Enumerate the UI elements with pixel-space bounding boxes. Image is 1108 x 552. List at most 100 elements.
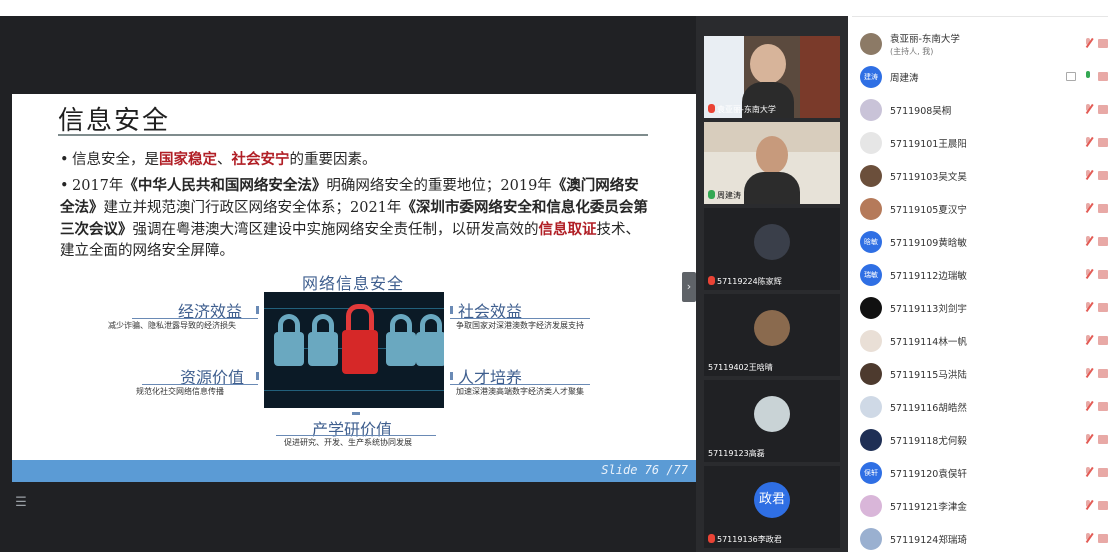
participant-row[interactable]: 晗敏 57119109黄晗敏 bbox=[852, 225, 1108, 258]
mic-muted-icon[interactable] bbox=[1084, 269, 1092, 280]
participant-body bbox=[744, 172, 800, 204]
participant-row[interactable]: 瑞敏 57119112边瑞敏 bbox=[852, 258, 1108, 291]
camera-off-icon[interactable] bbox=[1098, 171, 1108, 180]
bullet-text: 的重要因素。 bbox=[289, 152, 377, 168]
bullet-highlight: 社会安宁 bbox=[231, 151, 290, 168]
participant-row[interactable]: 建涛 周建涛 bbox=[852, 60, 1108, 93]
avatar bbox=[860, 363, 882, 385]
camera-off-icon[interactable] bbox=[1098, 138, 1108, 147]
avatar: 晗敏 bbox=[860, 231, 882, 253]
mic-muted-icon[interactable] bbox=[1084, 368, 1092, 379]
participant-row[interactable]: 57119121李津金 bbox=[852, 489, 1108, 522]
camera-off-icon[interactable] bbox=[1098, 39, 1108, 48]
mic-muted-icon bbox=[708, 276, 715, 285]
mic-muted-icon[interactable] bbox=[1084, 170, 1092, 181]
participant-row[interactable]: 57119103吴文昊 bbox=[852, 159, 1108, 192]
participant-face bbox=[750, 44, 786, 84]
participant-row[interactable]: 俣轩 57119120袁俣轩 bbox=[852, 456, 1108, 489]
mic-muted-icon[interactable] bbox=[1084, 533, 1092, 544]
participant-row[interactable]: 57119115马洪陆 bbox=[852, 357, 1108, 390]
participant-name: 周建涛 bbox=[890, 73, 919, 84]
shared-screen-top-bar bbox=[0, 16, 700, 94]
video-tile[interactable]: 政君 57119136李政君 bbox=[704, 466, 840, 548]
participant-name: 57119224陈家辉 bbox=[717, 277, 782, 286]
video-name-label: 57119136李政君 bbox=[708, 534, 782, 545]
screen-share-icon bbox=[1066, 72, 1076, 81]
camera-off-icon[interactable] bbox=[1098, 435, 1108, 444]
mic-muted-icon bbox=[708, 534, 715, 543]
video-tile[interactable]: 57119224陈家辉 bbox=[704, 208, 840, 290]
padlock bbox=[274, 332, 304, 366]
slide-title: 信息安全 bbox=[58, 106, 171, 136]
camera-off-icon[interactable] bbox=[1098, 270, 1108, 279]
video-tile[interactable]: 袁亚丽-东南大学 bbox=[704, 36, 840, 118]
label-talent-sub: 加速深港澳高端数字经济类人才聚集 bbox=[456, 387, 584, 396]
participant-row[interactable]: 袁亚丽-东南大学 (主持人, 我) bbox=[852, 27, 1108, 60]
mic-muted-icon[interactable] bbox=[1084, 203, 1092, 214]
avatar bbox=[860, 33, 882, 55]
lock-shackle bbox=[346, 304, 374, 332]
mic-muted-icon[interactable] bbox=[1084, 500, 1092, 511]
padlock-open bbox=[342, 330, 378, 374]
video-tile[interactable]: 周建涛 bbox=[704, 122, 840, 204]
participant-name: 57119105夏汉宁 bbox=[890, 205, 967, 216]
padlock-image bbox=[264, 292, 444, 408]
mic-muted-icon[interactable] bbox=[1084, 236, 1092, 247]
collapse-video-button[interactable]: › bbox=[682, 272, 696, 302]
mic-muted-icon[interactable] bbox=[1084, 434, 1092, 445]
bullet-dot: • bbox=[60, 152, 69, 168]
avatar: 建涛 bbox=[860, 66, 882, 88]
participant-row[interactable]: 57119114林一帆 bbox=[852, 324, 1108, 357]
participant-row[interactable]: 57119101王晨阳 bbox=[852, 126, 1108, 159]
bullet-text: 、 bbox=[217, 152, 232, 168]
camera-off-icon[interactable] bbox=[1098, 303, 1108, 312]
participant-name: 57119103吴文昊 bbox=[890, 172, 967, 183]
avatar bbox=[860, 495, 882, 517]
camera-off-icon[interactable] bbox=[1098, 336, 1108, 345]
participant-row[interactable]: 57119116胡皓然 bbox=[852, 390, 1108, 423]
mic-muted-icon[interactable] bbox=[1084, 467, 1092, 478]
camera-off-icon[interactable] bbox=[1098, 204, 1108, 213]
camera-off-icon[interactable] bbox=[1098, 501, 1108, 510]
camera-off-icon[interactable] bbox=[1098, 468, 1108, 477]
participant-row[interactable]: 57119118尤何毅 bbox=[852, 423, 1108, 456]
mic-muted-icon[interactable] bbox=[1084, 401, 1092, 412]
participant-name: 57119402王晗晴 bbox=[708, 363, 773, 372]
avatar: 瑞敏 bbox=[860, 264, 882, 286]
camera-off-icon[interactable] bbox=[1098, 72, 1108, 81]
mic-muted-icon[interactable] bbox=[1084, 38, 1092, 49]
video-name-label: 57119224陈家辉 bbox=[708, 276, 782, 287]
bullet-text: 明确网络安全的重要地位；2019年 bbox=[326, 178, 552, 194]
participant-name: 5711908吴桐 bbox=[890, 106, 952, 117]
bookshelf bbox=[800, 36, 840, 118]
label-economic-sub: 减少诈骗、隐私泄露导致的经济损失 bbox=[108, 321, 236, 330]
participant-row[interactable]: 57119113刘剑宇 bbox=[852, 291, 1108, 324]
mic-on-icon[interactable] bbox=[1084, 71, 1092, 82]
slide-title-rule bbox=[58, 134, 648, 136]
mic-muted-icon[interactable] bbox=[1084, 137, 1092, 148]
mic-muted-icon[interactable] bbox=[1084, 104, 1092, 115]
participant-row[interactable]: 57119105夏汉宁 bbox=[852, 192, 1108, 225]
camera-off-icon[interactable] bbox=[1098, 534, 1108, 543]
mic-muted-icon[interactable] bbox=[1084, 335, 1092, 346]
connector-line bbox=[142, 384, 258, 385]
participant-row[interactable]: 57119124郑瑞琦 bbox=[852, 522, 1108, 552]
video-name-label: 57119402王晗晴 bbox=[708, 362, 773, 373]
list-icon[interactable]: ☰ bbox=[12, 494, 30, 512]
camera-off-icon[interactable] bbox=[1098, 237, 1108, 246]
connector-line bbox=[276, 435, 436, 436]
camera-off-icon[interactable] bbox=[1098, 105, 1108, 114]
camera-off-icon[interactable] bbox=[1098, 369, 1108, 378]
diagram-title: 网络信息安全 bbox=[302, 274, 405, 293]
participant-name: 57119136李政君 bbox=[717, 535, 782, 544]
connector-line bbox=[450, 384, 590, 385]
shared-screen-left-edge bbox=[0, 16, 12, 552]
camera-off-icon[interactable] bbox=[1098, 402, 1108, 411]
padlock bbox=[308, 332, 338, 366]
video-tile[interactable]: 57119402王晗晴 bbox=[704, 294, 840, 376]
avatar bbox=[860, 330, 882, 352]
mic-muted-icon[interactable] bbox=[1084, 302, 1092, 313]
participant-row[interactable]: 5711908吴桐 bbox=[852, 93, 1108, 126]
slide-number: Slide 76 /77 bbox=[601, 463, 688, 477]
video-tile[interactable]: 57119123高磊 bbox=[704, 380, 840, 462]
